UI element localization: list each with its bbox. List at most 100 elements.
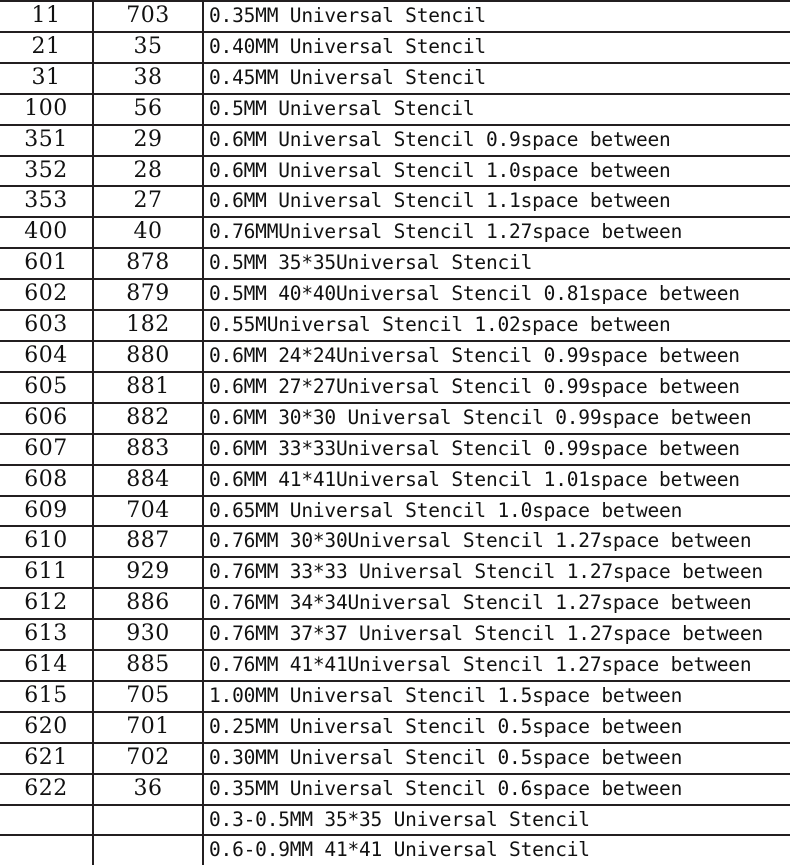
table-row[interactable]: 605 881 0.6MM 27*27Universal Stencil 0.99s… xyxy=(0,370,790,403)
cell-code: 352 xyxy=(0,154,94,187)
cell-code: 353 xyxy=(0,185,94,218)
table-row[interactable]: 21 35 0.40MM Universal Stencil xyxy=(0,30,790,63)
cell-description: 1.00MM Universal Stencil 1.5space betwee… xyxy=(203,679,790,712)
table-row[interactable]: 100 56 0.5MM Universal Stencil xyxy=(0,92,790,125)
table-row[interactable]: 604 880 0.6MM 24*24Universal Stencil 0.99s… xyxy=(0,339,790,372)
table-row[interactable]: 607 883 0.6MM 33*33Universal Stencil 0.99s… xyxy=(0,432,790,465)
cell-code: 605 xyxy=(0,370,94,403)
table-row[interactable]: 614 885 0.76MM 41*41Universal Stencil 1.27… xyxy=(0,649,790,681)
cell-description: 0.76MM 34*34Universal Stencil 1.27space … xyxy=(203,587,790,620)
cell-number: 56 xyxy=(93,92,204,125)
cell-description: 0.3-0.5MM 35*35 Universal Stencil xyxy=(203,803,790,836)
cell-number: 883 xyxy=(93,432,204,465)
cell-number: 885 xyxy=(93,649,204,681)
cell-number: 27 xyxy=(93,185,204,218)
cell-code: 611 xyxy=(0,556,94,589)
cell-description: 0.5MM 40*40Universal Stencil 0.81space b… xyxy=(203,278,790,311)
cell-number: 703 xyxy=(93,0,204,32)
cell-number: 929 xyxy=(93,556,204,589)
cell-code: 613 xyxy=(0,618,94,651)
cell-code: 601 xyxy=(0,247,94,280)
cell-description: 0.35MM Universal Stencil xyxy=(203,0,790,32)
cell-description: 0.76MM 30*30Universal Stencil 1.27space … xyxy=(203,525,790,558)
cell-description: 0.45MM Universal Stencil xyxy=(203,61,790,94)
cell-code: 608 xyxy=(0,463,94,496)
cell-number xyxy=(93,803,204,836)
cell-description: 0.6MM 24*24Universal Stencil 0.99space b… xyxy=(203,339,790,372)
cell-description: 0.76MM 33*33 Universal Stencil 1.27space… xyxy=(203,556,790,589)
cell-code: 621 xyxy=(0,741,94,774)
cell-description: 0.6MM Universal Stencil 0.9space between xyxy=(203,123,790,156)
cell-number: 881 xyxy=(93,370,204,403)
table-row[interactable]: 602 879 0.5MM 40*40Universal Stencil 0.81s… xyxy=(0,278,790,311)
cell-number: 702 xyxy=(93,741,204,774)
cell-code: 620 xyxy=(0,710,94,743)
cell-code: 610 xyxy=(0,525,94,558)
cell-code: 614 xyxy=(0,649,94,681)
cell-description: 0.30MM Universal Stencil 0.5space betwee… xyxy=(203,741,790,774)
table-row[interactable]: 620 701 0.25MM Universal Stencil 0.5space … xyxy=(0,710,790,743)
table-row[interactable]: 353 27 0.6MM Universal Stencil 1.1space be… xyxy=(0,185,790,218)
cell-code: 612 xyxy=(0,587,94,620)
cell-number: 886 xyxy=(93,587,204,620)
table-row[interactable]: 601 878 0.5MM 35*35Universal Stencil xyxy=(0,247,790,280)
cell-code: 400 xyxy=(0,216,94,249)
cell-description: 0.40MM Universal Stencil xyxy=(203,30,790,63)
cell-number: 40 xyxy=(93,216,204,249)
cell-number: 182 xyxy=(93,309,204,341)
cell-description: 0.5MM 35*35Universal Stencil xyxy=(203,247,790,280)
table-row[interactable]: 612 886 0.76MM 34*34Universal Stencil 1.27… xyxy=(0,587,790,620)
stencil-spec-table: 11 703 0.35MM Universal Stencil 21 35 0.40MM … xyxy=(0,0,790,865)
cell-number: 930 xyxy=(93,618,204,651)
table-row[interactable]: 351 29 0.6MM Universal Stencil 0.9space be… xyxy=(0,123,790,156)
cell-number: 884 xyxy=(93,463,204,496)
cell-description: 0.55MUniversal Stencil 1.02space between xyxy=(203,309,790,341)
cell-description: 0.5MM Universal Stencil xyxy=(203,92,790,125)
cell-description: 0.6-0.9MM 41*41 Universal Stencil xyxy=(203,834,790,865)
table-row[interactable]: 610 887 0.76MM 30*30Universal Stencil 1.27… xyxy=(0,525,790,558)
spec-table-container: 11 703 0.35MM Universal Stencil 21 35 0.40MM … xyxy=(0,0,800,865)
cell-number: 882 xyxy=(93,401,204,434)
cell-description: 0.76MM 37*37 Universal Stencil 1.27space… xyxy=(203,618,790,651)
cell-code: 351 xyxy=(0,123,94,156)
table-row[interactable]: 615 705 1.00MM Universal Stencil 1.5space … xyxy=(0,679,790,712)
cell-number: 701 xyxy=(93,710,204,743)
cell-code xyxy=(0,803,94,836)
table-row[interactable]: 0.3-0.5MM 35*35 Universal Stencil xyxy=(0,803,790,836)
table-row[interactable]: 0.6-0.9MM 41*41 Universal Stencil xyxy=(0,834,790,865)
table-row[interactable]: 608 884 0.6MM 41*41Universal Stencil 1.01s… xyxy=(0,463,790,496)
table-row[interactable]: 31 38 0.45MM Universal Stencil xyxy=(0,61,790,94)
table-row[interactable]: 606 882 0.6MM 30*30 Universal Stencil 0.99… xyxy=(0,401,790,434)
cell-description: 0.25MM Universal Stencil 0.5space betwee… xyxy=(203,710,790,743)
cell-description: 0.76MMUniversal Stencil 1.27space betwee… xyxy=(203,216,790,249)
cell-number: 705 xyxy=(93,679,204,712)
table-row[interactable]: 613 930 0.76MM 37*37 Universal Stencil 1.2… xyxy=(0,618,790,651)
cell-number xyxy=(93,834,204,865)
cell-number: 879 xyxy=(93,278,204,311)
cell-number: 887 xyxy=(93,525,204,558)
cell-number: 880 xyxy=(93,339,204,372)
cell-code: 602 xyxy=(0,278,94,311)
cell-code: 603 xyxy=(0,309,94,341)
table-row[interactable]: 352 28 0.6MM Universal Stencil 1.0space be… xyxy=(0,154,790,187)
table-row[interactable]: 611 929 0.76MM 33*33 Universal Stencil 1.2… xyxy=(0,556,790,589)
table-row[interactable]: 11 703 0.35MM Universal Stencil xyxy=(0,0,790,32)
cell-code: 607 xyxy=(0,432,94,465)
cell-number: 878 xyxy=(93,247,204,280)
cell-number: 35 xyxy=(93,30,204,63)
cell-code: 609 xyxy=(0,494,94,527)
cell-description: 0.6MM 30*30 Universal Stencil 0.99space … xyxy=(203,401,790,434)
cell-code: 100 xyxy=(0,92,94,125)
cell-code: 21 xyxy=(0,30,94,63)
cell-description: 0.6MM 33*33Universal Stencil 0.99space b… xyxy=(203,432,790,465)
cell-description: 0.76MM 41*41Universal Stencil 1.27space … xyxy=(203,649,790,681)
cell-description: 0.6MM Universal Stencil 1.0space between xyxy=(203,154,790,187)
table-row[interactable]: 609 704 0.65MM Universal Stencil 1.0space … xyxy=(0,494,790,527)
cell-number: 704 xyxy=(93,494,204,527)
cell-description: 0.6MM 27*27Universal Stencil 0.99space b… xyxy=(203,370,790,403)
table-row[interactable]: 603 182 0.55MUniversal Stencil 1.02space b… xyxy=(0,309,790,341)
table-row[interactable]: 621 702 0.30MM Universal Stencil 0.5space … xyxy=(0,741,790,774)
cell-description: 0.65MM Universal Stencil 1.0space betwee… xyxy=(203,494,790,527)
table-row[interactable]: 400 40 0.76MMUniversal Stencil 1.27space b… xyxy=(0,216,790,249)
cell-number: 38 xyxy=(93,61,204,94)
